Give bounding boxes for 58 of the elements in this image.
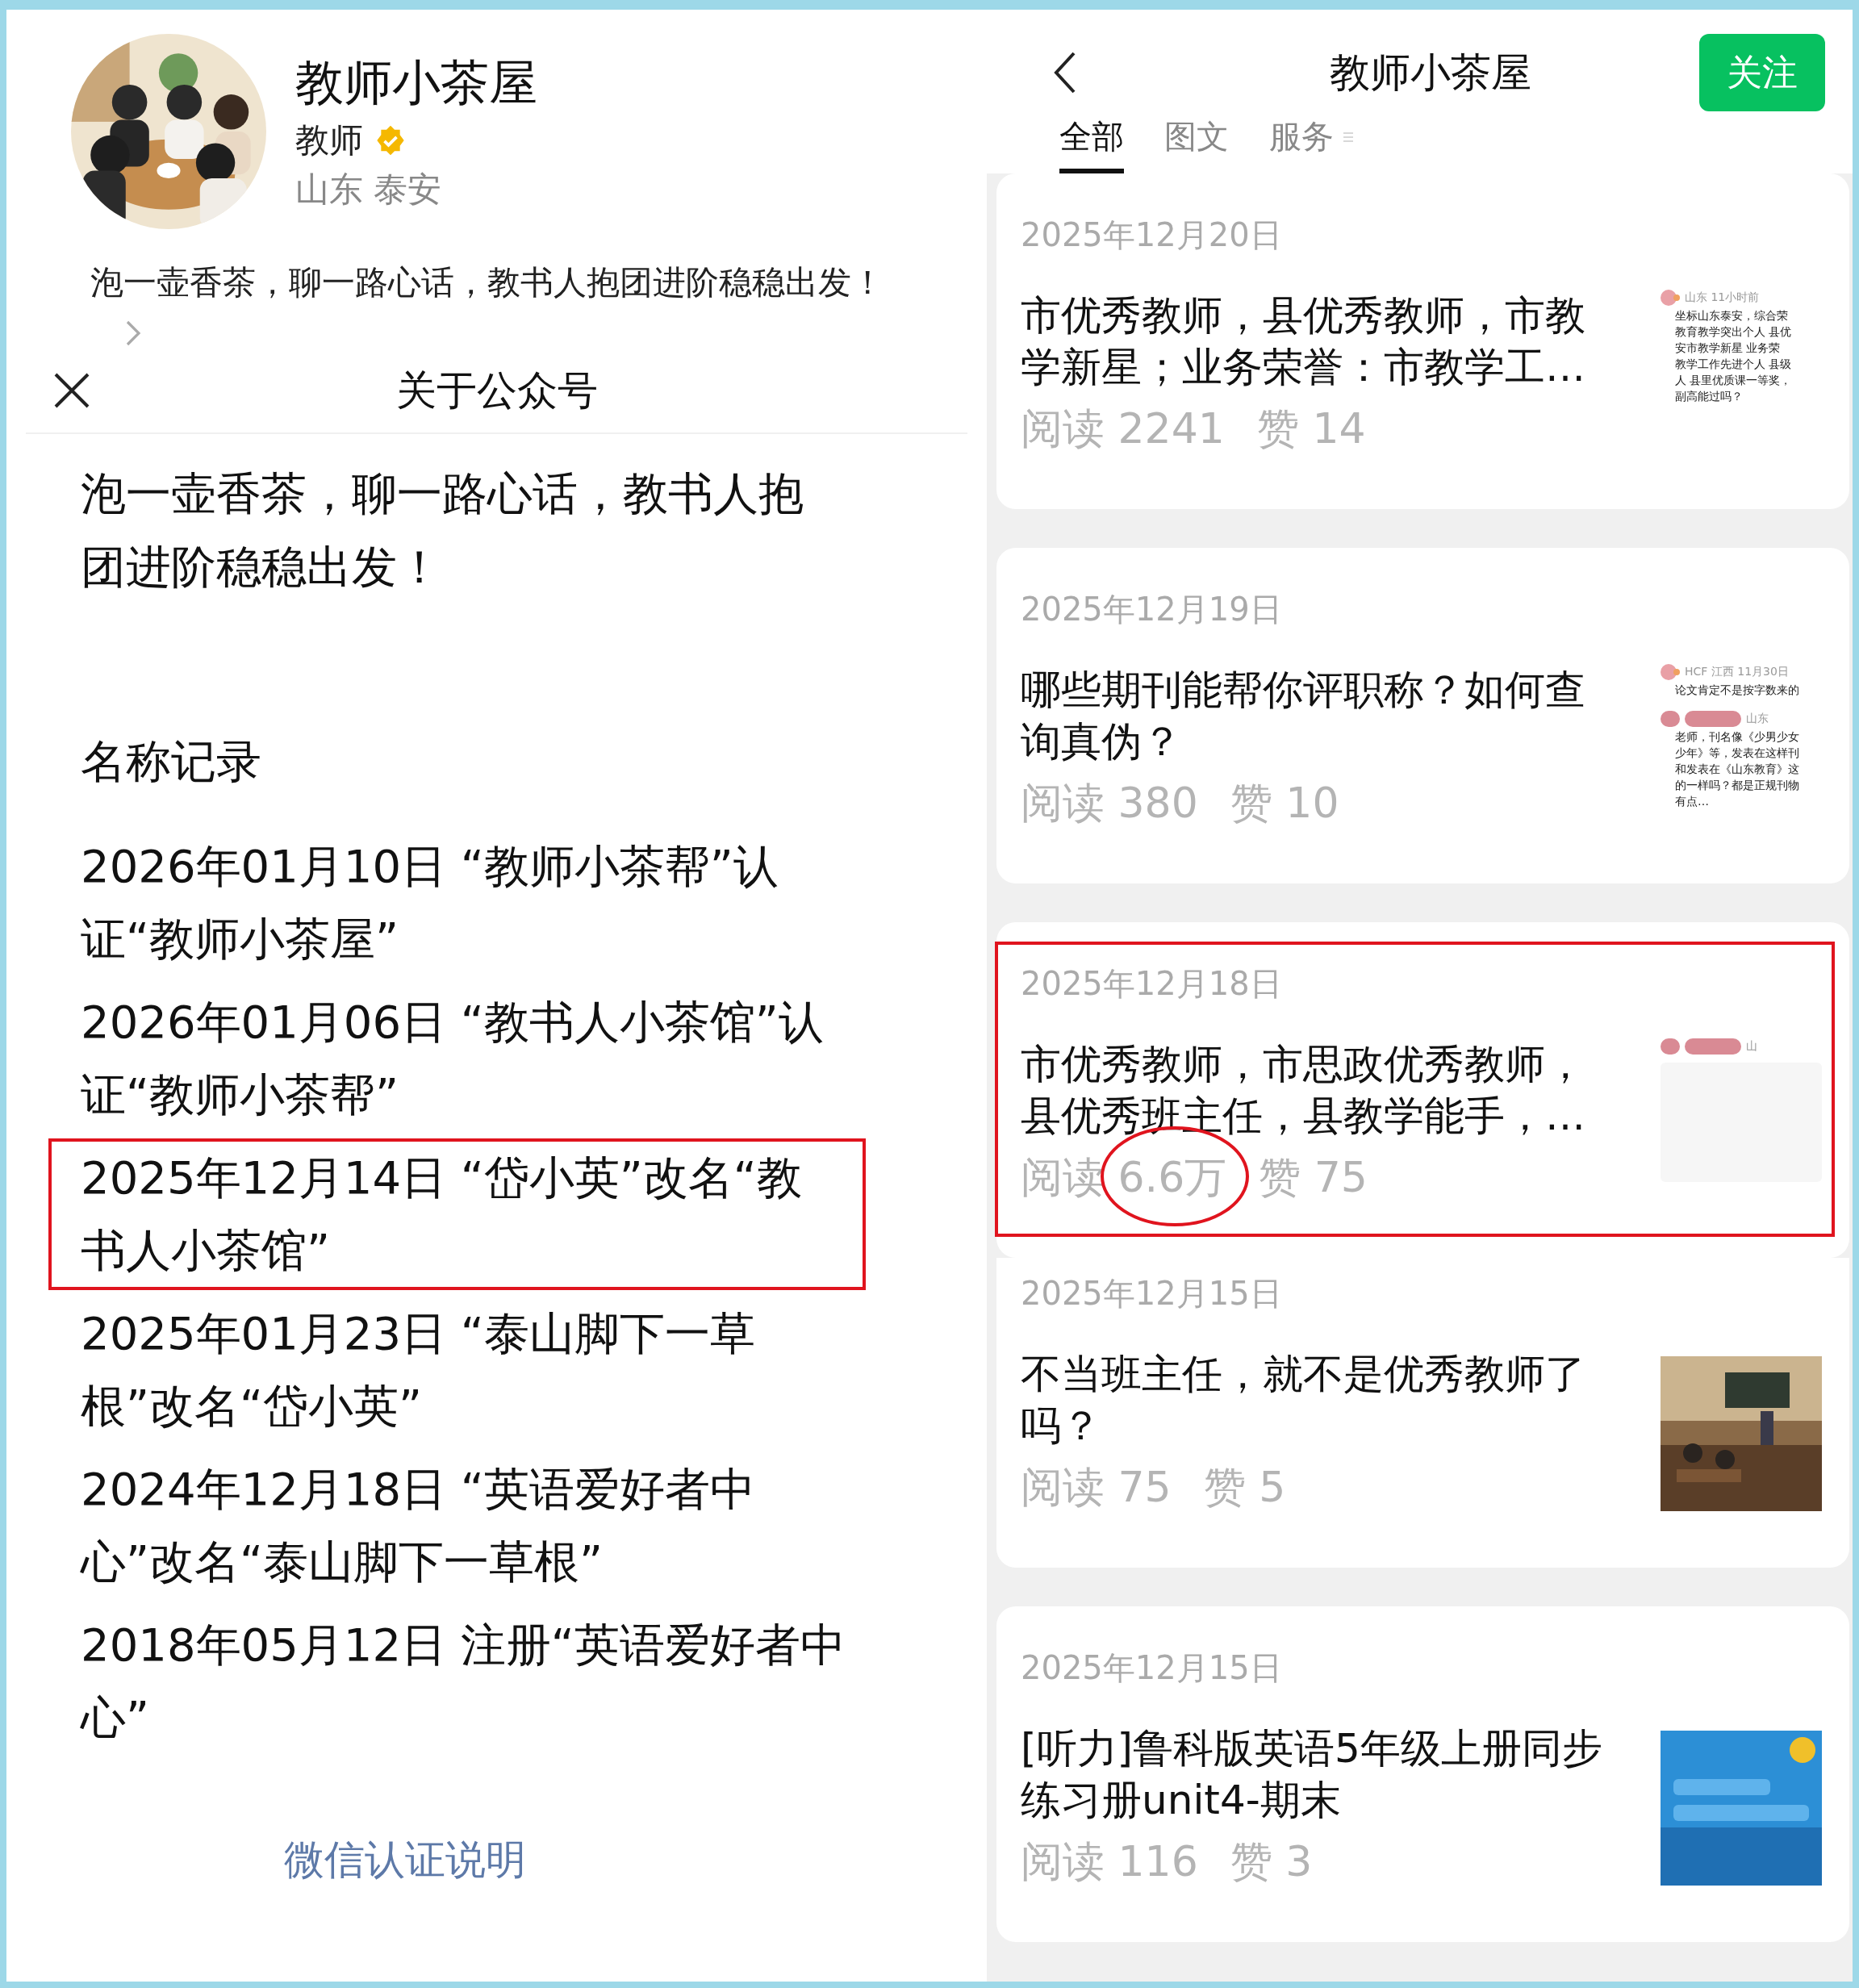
- tab[interactable]: 图文: [1164, 115, 1229, 173]
- article-card[interactable]: 2025年12月15日 [听力]鲁科版英语5年级上册同步练习册unit4-期末 阅读 116 赞 3: [996, 1606, 1849, 1942]
- read-count: 阅读 75: [1021, 1462, 1172, 1513]
- like-count: 赞 10: [1230, 778, 1339, 829]
- like-count: 赞 75: [1259, 1152, 1368, 1203]
- account-bio: 泡一壶香茶，聊一路心话，教书人抱团进阶稳稳出发！: [90, 263, 884, 302]
- name-record: 2018年05月12日 注册“英语爱好者中心”: [79, 1618, 846, 1745]
- article-date: 2025年12月19日: [1021, 590, 1283, 629]
- masked-name-icon: [1685, 709, 1741, 729]
- article-date: 2025年12月15日: [1021, 1274, 1283, 1314]
- article-title: 不当班主任，就不是优秀教师了吗？: [1021, 1350, 1586, 1451]
- page-title: 教师小茶屋: [1328, 48, 1532, 98]
- article-date: 2025年12月20日: [1021, 215, 1283, 255]
- name-record: 2025年12月14日 “岱小英”改名“教书人小茶馆”: [48, 1138, 866, 1290]
- like-count: 赞 5: [1203, 1462, 1286, 1513]
- comment-text: 和发表在《山东教育》这: [1674, 762, 1800, 777]
- comment-text: 少年》等，发表在这样刊: [1674, 746, 1800, 761]
- read-count: 阅读 116: [1021, 1836, 1198, 1887]
- comment-meta: HCF 江西 11月30日: [1685, 665, 1789, 679]
- comment-meta: 山: [1746, 1039, 1757, 1054]
- comment-text: 的一样吗？都是正规刊物: [1674, 778, 1800, 793]
- article-title: 哪些期刊能帮你评职称？如何查询真伪？: [1021, 666, 1586, 766]
- article-card[interactable]: 2025年12月15日 不当班主任，就不是优秀教师了吗？ 阅读 75 赞 5: [996, 1258, 1849, 1568]
- comment-meta: 山东 11小时前: [1685, 290, 1760, 305]
- like-count: 赞 3: [1230, 1836, 1313, 1887]
- account-role: 教师: [295, 119, 363, 161]
- tab[interactable]: 服务: [1269, 115, 1355, 173]
- article-title: [听力]鲁科版英语5年级上册同步练习册unit4-期末: [1021, 1724, 1603, 1825]
- comment-text: 坐标山东泰安，综合荣: [1674, 308, 1789, 324]
- dialog-title: 关于公众号: [395, 365, 599, 416]
- account-description: 泡一壶香茶，聊一路心话，教书人抱团进阶稳稳出发！: [81, 466, 804, 595]
- comment-text: 副高能过吗？: [1674, 389, 1744, 404]
- certification-link[interactable]: 微信认证说明: [283, 1833, 526, 1887]
- comment-text: 论文肯定不是按字数来的: [1674, 683, 1800, 698]
- comment-text: 安市教学新星 业务荣: [1674, 340, 1782, 356]
- name-record: 2026年01月06日 “教书人小茶馆”认证“教师小茶帮”: [80, 995, 825, 1122]
- section-title: 名称记录: [81, 734, 262, 789]
- comment-text: 老师，刊名像《少男少女: [1674, 729, 1800, 745]
- read-count: 阅读 380: [1021, 778, 1198, 829]
- comment-text: 教学工作先进个人 县级: [1674, 357, 1793, 372]
- article-date: 2025年12月18日: [1021, 964, 1283, 1004]
- like-count: 赞 14: [1256, 403, 1366, 454]
- read-count: 阅读 6.6万: [1021, 1148, 1227, 1206]
- name-record: 2025年01月23日 “泰山脚下一草根”改名“岱小英”: [80, 1306, 756, 1434]
- comment-text: 人 县里优质课一等奖，: [1674, 373, 1793, 388]
- comment-meta: 山东: [1746, 712, 1769, 726]
- masked-name-icon: [1685, 1037, 1741, 1056]
- article-card[interactable]: 2025年12月20日 市优秀教师，县优秀教师，市教学新星；业务荣誉：市教学工… 阅读 2241 赞 14 山东 11小时前 坐标山东泰安，综合荣 教育教学突出个人 县优 安市教学新星 业务荣 教学工作先进个人 县级 人 县里优质课一等奖， 副高能过吗？: [996, 173, 1849, 509]
- name-record: 2026年01月10日 “教师小茶帮”认证“教师小茶屋”: [80, 839, 779, 967]
- article-title: 市优秀教师，县优秀教师，市教学新星；业务荣誉：市教学工…: [1021, 291, 1586, 392]
- account-location: 山东 泰安: [295, 169, 443, 211]
- article-date: 2025年12月15日: [1021, 1648, 1283, 1688]
- name-record: 2024年12月18日 “英语爱好者中心”改名“泰山脚下一草根”: [79, 1462, 756, 1589]
- account-name: 教师小茶屋: [295, 53, 537, 112]
- comment-text: 有点…: [1674, 794, 1710, 809]
- article-card[interactable]: 2025年12月19日 哪些期刊能帮你评职称？如何查询真伪？ 阅读 380 赞 10 HCF 江西 11月30日 论文肯定不是按字数来的 山东 老师，刊名像《少男少女 少年》等，发表在这样刊 和发表在《山东教育》这 的一样吗？都是正规刊物 有点…: [996, 548, 1849, 883]
- comment-text: 教育教学突出个人 县优: [1674, 324, 1793, 340]
- read-count: 阅读 2241: [1021, 403, 1225, 454]
